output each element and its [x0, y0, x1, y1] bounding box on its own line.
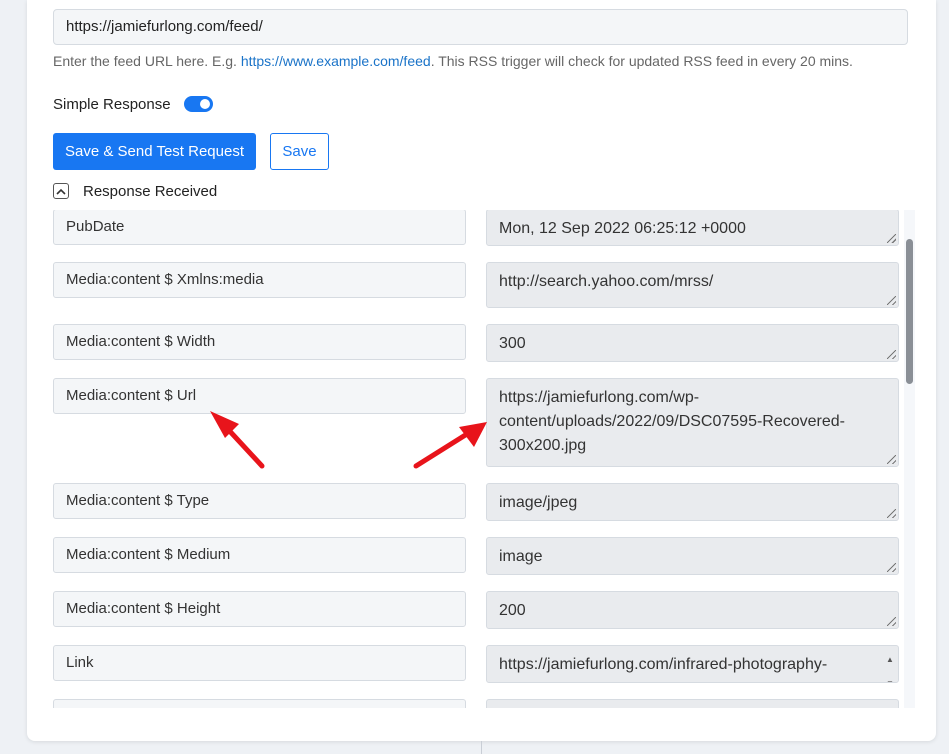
response-value-field[interactable]: https://jamiefurlong.com/infrared-photog…	[486, 645, 899, 683]
simple-response-toggle[interactable]	[183, 96, 213, 112]
response-received-label: Response Received	[83, 182, 218, 200]
response-value-text: 200	[499, 602, 526, 619]
spin-up-icon[interactable]: ▲	[886, 648, 894, 672]
response-value-field[interactable]: Mon, 12 Sep 2022 06:25:12 +0000	[486, 210, 899, 246]
response-value-field[interactable]: image/jpeg	[486, 483, 899, 521]
hint-suffix: . This RSS trigger will check for update…	[430, 53, 853, 69]
response-key-field[interactable]: Media:content $ Height	[53, 591, 466, 627]
number-spinner[interactable]: ▲▼	[884, 648, 896, 682]
response-value-text: 300	[499, 335, 526, 352]
response-value-field[interactable]: http://search.yahoo.com/mrss/	[486, 262, 899, 308]
resize-grip-icon[interactable]	[887, 350, 896, 359]
response-value-text: Mon, 12 Sep 2022 06:25:12 +0000	[499, 220, 746, 237]
simple-response-row: Simple Response	[53, 94, 213, 114]
response-value-text: https://jamiefurlong.com/wp-content/uplo…	[499, 389, 846, 454]
response-key-field[interactable]	[53, 699, 466, 708]
scrollbar-thumb[interactable]	[906, 239, 913, 384]
response-fields-list[interactable]: PubDate Mon, 12 Sep 2022 06:25:12 +0000 …	[53, 210, 914, 708]
response-value-text: image/jpeg	[499, 494, 578, 511]
resize-grip-icon[interactable]	[887, 296, 896, 305]
response-scrollbar[interactable]	[904, 210, 915, 708]
response-value-text: image	[499, 548, 543, 565]
save-button[interactable]: Save	[270, 133, 329, 170]
response-value-text: http://search.yahoo.com/mrss/	[499, 273, 714, 290]
footer-divider	[481, 741, 482, 754]
response-value-field[interactable]: https://jamiefurlong.com/wp-content/uplo…	[486, 378, 899, 467]
response-key-field[interactable]: Media:content $ Width	[53, 324, 466, 360]
rss-trigger-panel: https://jamiefurlong.com/feed/ Enter the…	[27, 0, 936, 741]
response-value-field[interactable]	[486, 699, 899, 708]
example-feed-link[interactable]: https://www.example.com/feed	[241, 53, 431, 69]
response-key-field[interactable]: Media:content $ Medium	[53, 537, 466, 573]
resize-grip-icon[interactable]	[887, 455, 896, 464]
response-value-text: https://jamiefurlong.com/infrared-photog…	[499, 656, 828, 673]
response-received-header[interactable]: Response Received	[53, 181, 217, 201]
resize-grip-icon[interactable]	[887, 563, 896, 572]
spin-down-icon[interactable]: ▼	[886, 672, 894, 682]
simple-response-label: Simple Response	[53, 95, 171, 113]
resize-grip-icon[interactable]	[887, 617, 896, 626]
response-value-field[interactable]: image	[486, 537, 899, 575]
resize-grip-icon[interactable]	[887, 509, 896, 518]
toggle-knob	[199, 99, 210, 109]
resize-grip-icon[interactable]	[887, 234, 896, 243]
response-key-field[interactable]: Media:content $ Url	[53, 378, 466, 414]
response-key-field[interactable]: Link	[53, 645, 466, 681]
response-value-field[interactable]: 300	[486, 324, 899, 362]
chevron-up-icon[interactable]	[53, 183, 69, 199]
save-send-test-button[interactable]: Save & Send Test Request	[53, 133, 256, 170]
feed-url-hint: Enter the feed URL here. E.g. https://ww…	[53, 53, 853, 69]
feed-url-input[interactable]: https://jamiefurlong.com/feed/	[53, 9, 908, 45]
response-value-field[interactable]: 200	[486, 591, 899, 629]
response-key-field[interactable]: Media:content $ Type	[53, 483, 466, 519]
response-key-field[interactable]: PubDate	[53, 210, 466, 245]
hint-prefix: Enter the feed URL here. E.g.	[53, 53, 241, 69]
response-key-field[interactable]: Media:content $ Xmlns:media	[53, 262, 466, 298]
